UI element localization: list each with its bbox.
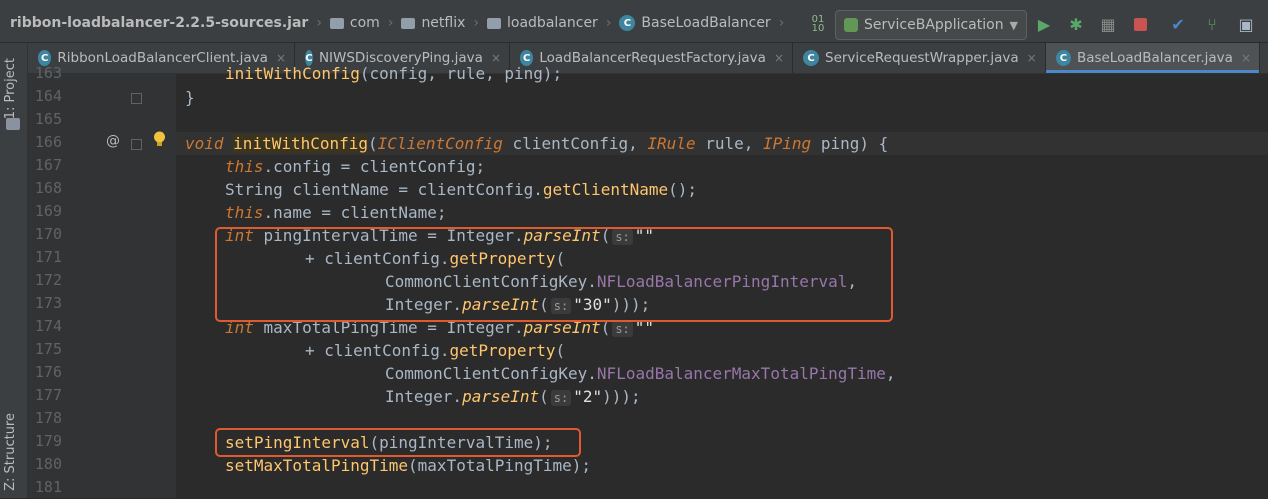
line-number: 166 xyxy=(34,133,62,151)
override-marker[interactable]: @ xyxy=(106,133,120,149)
parameter-hint: s: xyxy=(612,320,633,337)
folder-icon xyxy=(487,17,502,29)
run-icon[interactable]: ▶ xyxy=(1034,14,1054,34)
build-icon[interactable]: 01 10 xyxy=(808,14,828,34)
breadcrumb-jar[interactable]: ribbon-loadbalancer-2.2.5-sources.jar › xyxy=(0,4,330,42)
code-line-167: this.config = clientConfig; xyxy=(225,157,486,176)
code-line-168: String clientName = clientConfig.getClie… xyxy=(225,180,698,199)
project-tool-button[interactable]: 1: Project xyxy=(3,58,18,119)
lightbulb-icon[interactable] xyxy=(153,131,166,148)
folder-icon xyxy=(401,17,416,29)
vcs-branch-icon[interactable]: ⑂ xyxy=(1202,14,1222,34)
line-number: 172 xyxy=(34,271,62,289)
parameter-hint: s: xyxy=(550,389,572,406)
folder-icon xyxy=(329,17,344,29)
coverage-icon[interactable]: ▦ xyxy=(1098,14,1118,34)
breadcrumb-label: BaseLoadBalancer xyxy=(641,15,771,31)
class-icon: C xyxy=(619,15,636,31)
breadcrumb-item-netflix[interactable]: netflix › xyxy=(401,4,487,42)
line-number: 180 xyxy=(34,455,62,473)
line-number: 179 xyxy=(34,432,62,450)
stop-icon[interactable] xyxy=(1130,14,1150,34)
editor-tab-bar: C RibbonLoadBalancerClient.java × C NIWS… xyxy=(28,43,1268,74)
line-number: 175 xyxy=(34,340,62,358)
spring-boot-icon xyxy=(844,18,858,32)
line-number: 178 xyxy=(34,409,62,427)
project-structure-icon[interactable]: ▣ xyxy=(1236,14,1256,34)
tab-label: BaseLoadBalancer.java xyxy=(1076,50,1233,66)
line-number: 163 xyxy=(34,64,62,82)
code-line-163: initWithConfig(config, rule, ping); xyxy=(225,64,563,83)
breadcrumb-jar-label: ribbon-loadbalancer-2.2.5-sources.jar xyxy=(10,15,309,31)
code-line-175: + clientConfig.getProperty( xyxy=(305,341,566,360)
highlight-box-set-ping-interval xyxy=(215,428,581,457)
code-line-180: setMaxTotalPingTime(maxTotalPingTime); xyxy=(225,456,592,475)
close-icon[interactable]: × xyxy=(774,51,784,65)
debug-icon[interactable]: ✱ xyxy=(1066,14,1086,34)
fold-end-icon[interactable] xyxy=(131,93,142,104)
tool-window-sidebar: 1: Project Z: Structure xyxy=(0,43,28,498)
line-number: 171 xyxy=(34,248,62,266)
line-number: 169 xyxy=(34,202,62,220)
line-number: 164 xyxy=(34,87,62,105)
chevron-right-icon: › xyxy=(605,15,612,31)
run-configuration-select[interactable]: ServiceBApplication ▼ xyxy=(835,10,1027,40)
close-icon[interactable]: × xyxy=(1027,51,1037,65)
chevron-down-icon: ▼ xyxy=(1009,18,1018,32)
breadcrumb-label: com xyxy=(349,15,380,31)
tab-base-load-balancer[interactable]: C BaseLoadBalancer.java × xyxy=(1046,43,1260,73)
code-line-176: CommonClientConfigKey.NFLoadBalancerMaxT… xyxy=(385,364,896,383)
structure-tool-button[interactable]: Z: Structure xyxy=(3,413,18,491)
code-line-164: } xyxy=(185,88,195,107)
code-line-169: this.name = clientName; xyxy=(225,203,447,222)
chevron-right-icon: › xyxy=(316,15,322,31)
fold-start-icon[interactable] xyxy=(131,139,142,150)
breadcrumb-item-com[interactable]: com › xyxy=(329,4,402,42)
chevron-right-icon: › xyxy=(778,15,785,31)
class-icon: C xyxy=(1056,50,1071,66)
line-number: 165 xyxy=(34,110,62,128)
tab-label: LoadBalancerRequestFactory.java xyxy=(539,50,766,66)
line-number: 168 xyxy=(34,179,62,197)
breadcrumb-item-class[interactable]: C BaseLoadBalancer › xyxy=(619,4,792,42)
chevron-right-icon: › xyxy=(473,15,480,31)
line-number: 181 xyxy=(34,478,62,496)
chevron-right-icon: › xyxy=(387,15,394,31)
line-number: 173 xyxy=(34,294,62,312)
tab-label: ServiceRequestWrapper.java xyxy=(825,50,1019,66)
project-tool-icon xyxy=(6,118,20,130)
breadcrumb-item-loadbalancer[interactable]: loadbalancer › xyxy=(487,4,619,42)
tab-service-request-wrapper[interactable]: C ServiceRequestWrapper.java × xyxy=(793,43,1046,73)
code-line-177: Integer.parseInt(s: "2"))); xyxy=(385,387,641,406)
code-line-166: void initWithConfig(IClientConfig client… xyxy=(185,134,889,153)
line-number: 167 xyxy=(34,156,62,174)
breadcrumb-label: netflix xyxy=(421,15,466,31)
line-number: 177 xyxy=(34,386,62,404)
vcs-update-icon[interactable]: ✔ xyxy=(1168,14,1188,34)
breadcrumb-label: loadbalancer xyxy=(507,15,598,31)
class-icon: C xyxy=(803,50,819,66)
highlight-box-ping-interval xyxy=(215,227,893,322)
line-number: 174 xyxy=(34,317,62,335)
close-icon[interactable]: × xyxy=(1241,51,1251,65)
run-configuration-label: ServiceBApplication xyxy=(864,17,1004,33)
line-number: 176 xyxy=(34,363,62,381)
line-number: 170 xyxy=(34,225,62,243)
